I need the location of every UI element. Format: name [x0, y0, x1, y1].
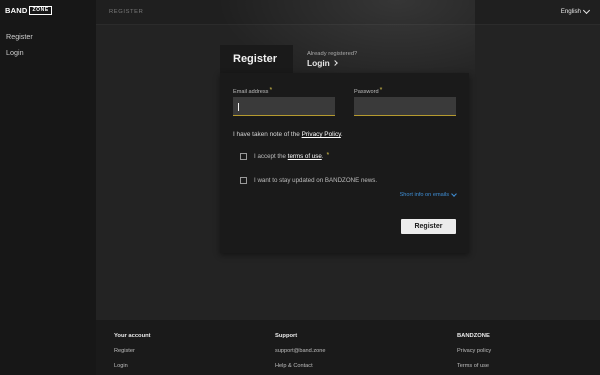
register-form: Email address* Password* I have taken no…	[220, 73, 469, 253]
privacy-policy-link[interactable]: Privacy Policy	[302, 131, 341, 138]
email-field[interactable]	[233, 97, 335, 116]
footer-column-account: Your account Register Login	[114, 333, 151, 369]
email-label: Email address*	[233, 87, 273, 95]
sidebar: BAND ZONE Register Login	[0, 0, 96, 375]
footer-link-privacy-policy[interactable]: Privacy policy	[457, 348, 491, 354]
email-label-text: Email address	[233, 89, 269, 95]
bandzone-logo[interactable]: BAND ZONE	[5, 6, 52, 15]
terms-of-use-link[interactable]: terms of use	[288, 153, 322, 160]
password-label: Password*	[354, 87, 383, 95]
password-label-text: Password	[354, 89, 379, 95]
already-registered-text: Already registered?	[307, 51, 358, 57]
top-bar: REGISTER English	[96, 0, 600, 25]
newsletter-row: I want to stay updated on BANDZONE news.	[240, 177, 377, 184]
footer: Your account Register Login Support supp…	[96, 320, 600, 375]
footer-heading: Support	[275, 333, 298, 339]
short-info-label: Short info on emails	[399, 192, 449, 198]
footer-link-login[interactable]: Login	[114, 363, 151, 369]
tab-login-label: Login	[307, 58, 330, 68]
language-label: English	[560, 8, 581, 15]
language-selector[interactable]: English	[560, 6, 591, 15]
required-mark: *	[326, 152, 330, 159]
sidebar-item-register[interactable]: Register	[6, 32, 33, 41]
footer-heading: BANDZONE	[457, 333, 490, 339]
tab-register-label: Register	[233, 53, 278, 65]
footer-column-support: Support support@band.zone Help & Contact	[275, 333, 325, 369]
footer-link-support-email[interactable]: support@band.zone	[275, 348, 325, 354]
footer-link-register[interactable]: Register	[114, 348, 151, 354]
footer-heading: Your account	[114, 333, 151, 339]
terms-prefix: I accept the	[254, 153, 288, 160]
required-mark: *	[269, 87, 273, 94]
chevron-down-icon	[582, 6, 591, 14]
sidebar-item-login[interactable]: Login	[6, 48, 24, 57]
logo-zone-text: ZONE	[29, 6, 52, 15]
register-button[interactable]: Register	[401, 219, 456, 234]
newsletter-label: I want to stay updated on BANDZONE news.	[254, 177, 378, 184]
footer-link-help-contact[interactable]: Help & Contact	[275, 363, 325, 369]
password-field[interactable]	[354, 97, 456, 116]
terms-suffix: .	[321, 153, 324, 160]
chevron-right-icon	[331, 60, 338, 66]
breadcrumb: REGISTER	[109, 9, 144, 15]
privacy-notice: I have taken note of the Privacy Policy.	[233, 131, 343, 138]
tab-register[interactable]: Register	[220, 45, 293, 73]
short-info-toggle[interactable]: Short info on emails	[399, 191, 457, 198]
privacy-suffix: .	[340, 131, 343, 138]
tab-login[interactable]: Already registered? Login	[307, 51, 357, 68]
footer-link-terms-of-use[interactable]: Terms of use	[457, 363, 491, 369]
text-caret	[238, 103, 239, 111]
logo-band-text: BAND	[5, 6, 28, 15]
footer-column-bandzone: BANDZONE Privacy policy Terms of use	[457, 333, 491, 369]
newsletter-checkbox[interactable]	[240, 177, 247, 184]
terms-checkbox[interactable]	[240, 153, 247, 160]
required-mark: *	[379, 87, 383, 94]
chevron-down-icon	[451, 191, 457, 197]
privacy-prefix: I have taken note of the	[233, 131, 302, 138]
terms-label: I accept the terms of use. *	[254, 152, 330, 160]
terms-row: I accept the terms of use. *	[240, 152, 330, 160]
